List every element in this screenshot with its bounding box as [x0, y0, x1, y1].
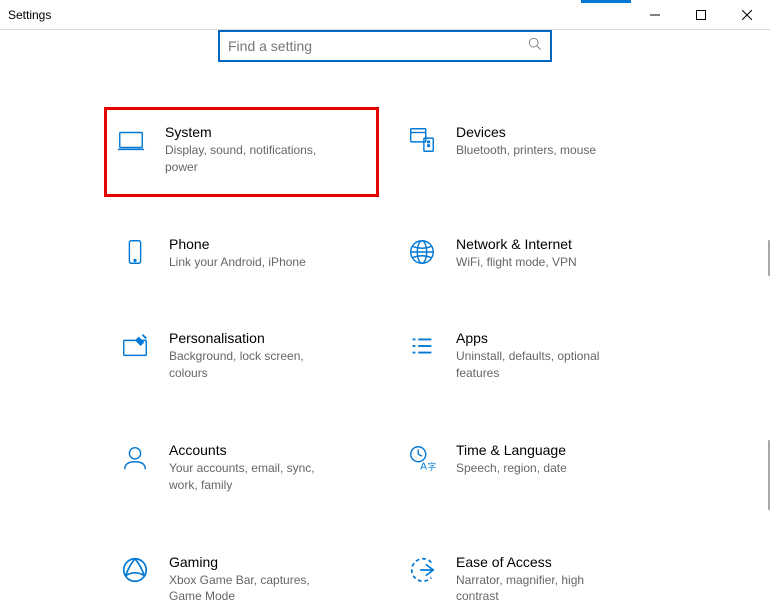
scrollbar[interactable] [764, 240, 770, 549]
tile-time[interactable]: A 字 Time & Language Speech, region, date [402, 438, 655, 498]
tile-title: System [165, 124, 330, 140]
window-title: Settings [8, 8, 51, 22]
personalisation-icon [119, 330, 151, 362]
tile-desc: Your accounts, email, sync, work, family [169, 460, 334, 494]
maximize-icon [696, 10, 706, 20]
system-icon [115, 124, 147, 156]
tile-desc: Narrator, magnifier, high contrast [456, 572, 621, 606]
window-controls [632, 0, 770, 29]
minimize-icon [650, 10, 660, 20]
tile-desc: WiFi, flight mode, VPN [456, 254, 577, 271]
tile-title: Personalisation [169, 330, 334, 346]
tile-phone[interactable]: Phone Link your Android, iPhone [115, 232, 368, 275]
tile-accounts[interactable]: Accounts Your accounts, email, sync, wor… [115, 438, 368, 498]
devices-icon [406, 124, 438, 156]
close-icon [742, 10, 752, 20]
accounts-icon [119, 442, 151, 474]
tile-system[interactable]: System Display, sound, notifications, po… [111, 114, 372, 190]
time-language-icon: A 字 [406, 442, 438, 474]
tile-apps[interactable]: Apps Uninstall, defaults, optional featu… [402, 326, 655, 386]
tile-title: Time & Language [456, 442, 567, 458]
tile-gaming[interactable]: Gaming Xbox Game Bar, captures, Game Mod… [115, 550, 368, 609]
search-icon [528, 37, 542, 56]
maximize-button[interactable] [678, 0, 724, 29]
tile-title: Gaming [169, 554, 334, 570]
apps-icon [406, 330, 438, 362]
ease-of-access-icon [406, 554, 438, 586]
settings-grid: System Display, sound, notifications, po… [25, 120, 745, 609]
tile-desc: Link your Android, iPhone [169, 254, 306, 271]
content-area: System Display, sound, notifications, po… [0, 30, 770, 609]
tile-devices[interactable]: Devices Bluetooth, printers, mouse [402, 120, 655, 180]
tile-title: Apps [456, 330, 621, 346]
tile-title: Network & Internet [456, 236, 577, 252]
gaming-icon [119, 554, 151, 586]
search-container [0, 30, 770, 62]
titlebar-accent [581, 0, 631, 3]
svg-text:字: 字 [428, 461, 436, 471]
tile-title: Ease of Access [456, 554, 621, 570]
search-box[interactable] [218, 30, 552, 62]
svg-text:A: A [420, 461, 427, 472]
phone-icon [119, 236, 151, 268]
tile-desc: Bluetooth, printers, mouse [456, 142, 596, 159]
tile-ease-of-access[interactable]: Ease of Access Narrator, magnifier, high… [402, 550, 655, 609]
tile-network[interactable]: Network & Internet WiFi, flight mode, VP… [402, 232, 655, 275]
tile-desc: Speech, region, date [456, 460, 567, 477]
network-icon [406, 236, 438, 268]
titlebar: Settings [0, 0, 770, 30]
tile-title: Devices [456, 124, 596, 140]
tile-desc: Xbox Game Bar, captures, Game Mode [169, 572, 334, 606]
tile-title: Accounts [169, 442, 334, 458]
tile-desc: Background, lock screen, colours [169, 348, 334, 382]
search-input[interactable] [228, 38, 528, 54]
minimize-button[interactable] [632, 0, 678, 29]
tile-title: Phone [169, 236, 306, 252]
close-button[interactable] [724, 0, 770, 29]
tile-personalisation[interactable]: Personalisation Background, lock screen,… [115, 326, 368, 386]
tile-desc: Display, sound, notifications, power [165, 142, 330, 176]
tile-desc: Uninstall, defaults, optional features [456, 348, 621, 382]
